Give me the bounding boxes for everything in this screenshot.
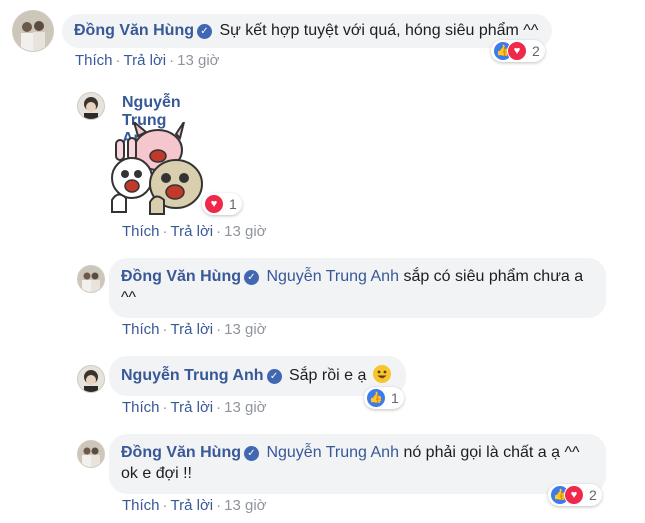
avatar[interactable] bbox=[12, 10, 54, 52]
comment-bubble: Đồng Văn Hùng ✓ Nguyễn Trung Anh sắp có s… bbox=[109, 258, 606, 318]
verified-badge-icon: ✓ bbox=[243, 446, 259, 461]
mention-link[interactable]: Nguyễn Trung Anh bbox=[266, 268, 399, 285]
avatar[interactable] bbox=[77, 440, 105, 468]
reaction-count: 2 bbox=[589, 487, 597, 503]
comment-author[interactable]: Đồng Văn Hùng bbox=[74, 22, 194, 39]
comment-actions: Thích · Trả lời · 13 giờ bbox=[122, 321, 267, 338]
comment-text: sắp có siêu phẩm chưa a bbox=[403, 268, 584, 285]
reaction-summary[interactable]: 👍 1 bbox=[364, 387, 404, 409]
reply-link[interactable]: Trả lời bbox=[171, 321, 214, 338]
separator: · bbox=[115, 52, 121, 69]
reaction-count: 2 bbox=[532, 43, 540, 59]
comment-text: Sắp rồi e ạ bbox=[288, 367, 367, 384]
comment-author[interactable]: Nguyễn Trung Anh bbox=[121, 367, 264, 384]
love-reaction-icon: ♥ bbox=[507, 41, 527, 61]
timestamp[interactable]: 13 giờ bbox=[224, 223, 266, 240]
comment-actions: Thích · Trả lời · 13 giờ bbox=[122, 223, 267, 240]
comment-actions: Thích · Trả lời · 13 giờ bbox=[122, 497, 267, 514]
separator: · bbox=[162, 497, 168, 514]
like-link[interactable]: Thích bbox=[122, 321, 160, 338]
avatar[interactable] bbox=[77, 92, 105, 120]
separator: · bbox=[216, 321, 222, 338]
reaction-summary[interactable]: 👍 ♥ 2 bbox=[548, 484, 602, 506]
separator: · bbox=[169, 52, 175, 69]
separator: · bbox=[162, 321, 168, 338]
like-link[interactable]: Thích bbox=[122, 497, 160, 514]
love-reaction-icon: ♥ bbox=[564, 485, 584, 505]
verified-badge-icon: ✓ bbox=[243, 270, 259, 285]
comment-text: Sự kết hợp tuyệt với quá, hóng siêu phẩm… bbox=[219, 22, 539, 39]
sticker bbox=[106, 119, 210, 223]
avatar[interactable] bbox=[77, 365, 105, 393]
timestamp[interactable]: 13 giờ bbox=[177, 52, 219, 69]
comment-text-continued: ok e đợi !! bbox=[121, 465, 192, 482]
separator: · bbox=[216, 399, 222, 416]
timestamp[interactable]: 13 giờ bbox=[224, 497, 266, 514]
timestamp[interactable]: 13 giờ bbox=[224, 399, 266, 416]
separator: · bbox=[162, 223, 168, 240]
mention-link[interactable]: Nguyễn Trung Anh bbox=[266, 444, 399, 461]
separator: · bbox=[162, 399, 168, 416]
like-link[interactable]: Thích bbox=[122, 223, 160, 240]
reply-link[interactable]: Trả lời bbox=[124, 52, 167, 69]
reaction-count: 1 bbox=[229, 196, 237, 212]
reaction-summary[interactable]: ♥ 1 bbox=[202, 193, 242, 215]
comment-author[interactable]: Đồng Văn Hùng bbox=[121, 444, 241, 461]
comment-author[interactable]: Đồng Văn Hùng bbox=[121, 268, 241, 285]
comment-text: nó phải gọi là chất a ạ ^^ bbox=[403, 444, 580, 461]
avatar[interactable] bbox=[77, 265, 105, 293]
grinning-emoji-icon bbox=[372, 365, 391, 383]
comment-bubble: Đồng Văn Hùng ✓ Nguyễn Trung Anh nó phải … bbox=[109, 434, 606, 494]
comment-text-continued: ^^ bbox=[121, 289, 137, 306]
separator: · bbox=[216, 497, 222, 514]
reply-link[interactable]: Trả lời bbox=[171, 223, 214, 240]
comment-actions: Thích · Trả lời · 13 giờ bbox=[122, 399, 267, 416]
verified-badge-icon: ✓ bbox=[196, 24, 212, 39]
reaction-count: 1 bbox=[391, 390, 399, 406]
timestamp[interactable]: 13 giờ bbox=[224, 321, 266, 338]
reply-link[interactable]: Trả lời bbox=[171, 399, 214, 416]
reply-link[interactable]: Trả lời bbox=[171, 497, 214, 514]
comment-bubble: Nguyễn Trung Anh ✓ Sắp rồi e ạ bbox=[109, 356, 406, 396]
separator: · bbox=[216, 223, 222, 240]
comment-actions: Thích · Trả lời · 13 giờ bbox=[75, 52, 220, 69]
verified-badge-icon: ✓ bbox=[266, 369, 282, 384]
comment-bubble: Đồng Văn Hùng ✓ Sự kết hợp tuyệt với quá,… bbox=[62, 14, 552, 48]
like-reaction-icon: 👍 bbox=[366, 388, 386, 408]
love-reaction-icon: ♥ bbox=[204, 194, 224, 214]
like-link[interactable]: Thích bbox=[75, 52, 113, 69]
like-link[interactable]: Thích bbox=[122, 399, 160, 416]
reaction-summary[interactable]: 👍 ♥ 2 bbox=[491, 40, 545, 62]
